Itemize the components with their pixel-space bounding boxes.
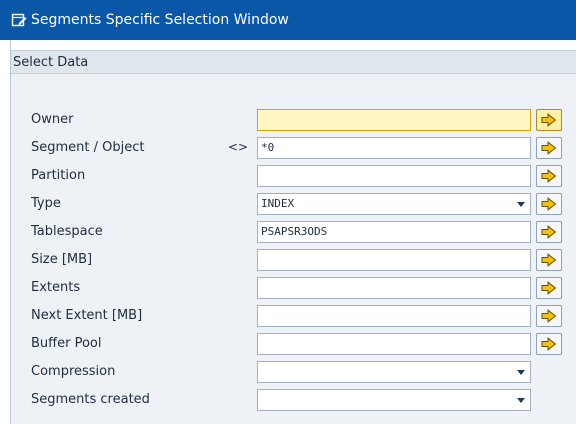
extents-label: Extents (31, 280, 81, 295)
type-value: INDEX (261, 197, 295, 210)
segment-option[interactable]: <> (228, 136, 248, 160)
compression-dropdown[interactable] (257, 361, 531, 383)
buffer-pool-label: Buffer Pool (31, 336, 102, 351)
owner-label: Owner (31, 112, 74, 127)
type-dropdown[interactable]: INDEX (257, 193, 531, 215)
tablespace-label: Tablespace (31, 224, 103, 239)
partition-input[interactable] (257, 165, 531, 187)
row-segment: Segment / Object <> *0 (11, 136, 576, 160)
row-owner: Owner (11, 108, 576, 132)
multiple-selection-arrow-icon (541, 281, 557, 295)
buffer-pool-multiple-selection-button[interactable] (536, 333, 562, 355)
row-size: Size [MB] (11, 248, 576, 272)
multiple-selection-arrow-icon (541, 197, 557, 211)
multiple-selection-arrow-icon (541, 253, 557, 267)
partition-multiple-selection-button[interactable] (536, 165, 562, 187)
tablespace-input[interactable]: PSAPSR3ODS (257, 221, 531, 243)
partition-label: Partition (31, 168, 86, 183)
chevron-down-icon[interactable] (517, 370, 525, 375)
segments-created-dropdown[interactable] (257, 389, 531, 411)
group-title: Select Data (13, 54, 89, 70)
type-label: Type (31, 196, 61, 211)
next-extent-label: Next Extent [MB] (31, 308, 143, 323)
next-extent-multiple-selection-button[interactable] (536, 305, 562, 327)
row-type: Type INDEX (11, 192, 576, 216)
window-body: Select Data Owner Segment / Object <> *0 (10, 40, 576, 424)
size-input[interactable] (257, 249, 531, 271)
chevron-down-icon[interactable] (517, 398, 525, 403)
window-title: Segments Specific Selection Window (31, 12, 289, 28)
owner-input[interactable] (257, 109, 531, 131)
compression-label: Compression (31, 364, 116, 379)
multiple-selection-arrow-icon (541, 141, 557, 155)
segment-label: Segment / Object (31, 140, 145, 155)
type-multiple-selection-button[interactable] (536, 193, 562, 215)
owner-multiple-selection-button[interactable] (536, 109, 562, 131)
row-tablespace: Tablespace PSAPSR3ODS (11, 220, 576, 244)
row-next-extent: Next Extent [MB] (11, 304, 576, 328)
row-partition: Partition (11, 164, 576, 188)
tablespace-multiple-selection-button[interactable] (536, 221, 562, 243)
row-extents: Extents (11, 276, 576, 300)
size-multiple-selection-button[interactable] (536, 249, 562, 271)
chevron-down-icon[interactable] (517, 202, 525, 207)
buffer-pool-input[interactable] (257, 333, 531, 355)
group-header: Select Data (11, 50, 576, 74)
next-extent-input[interactable] (257, 305, 531, 327)
multiple-selection-arrow-icon (541, 337, 557, 351)
multiple-selection-arrow-icon (541, 225, 557, 239)
selection-form: Owner Segment / Object <> *0 Partition T… (11, 74, 576, 424)
segment-input[interactable]: *0 (257, 137, 531, 159)
extents-input[interactable] (257, 277, 531, 299)
row-buffer-pool: Buffer Pool (11, 332, 576, 356)
row-compression: Compression (11, 360, 576, 384)
row-segments-created: Segments created (11, 388, 576, 412)
window-edit-icon (10, 11, 28, 29)
extents-multiple-selection-button[interactable] (536, 277, 562, 299)
segment-multiple-selection-button[interactable] (536, 137, 562, 159)
multiple-selection-arrow-icon (541, 309, 557, 323)
window-titlebar: Segments Specific Selection Window (0, 0, 576, 40)
size-label: Size [MB] (31, 252, 93, 267)
multiple-selection-arrow-icon (541, 113, 557, 127)
multiple-selection-arrow-icon (541, 169, 557, 183)
segments-created-label: Segments created (31, 392, 150, 407)
